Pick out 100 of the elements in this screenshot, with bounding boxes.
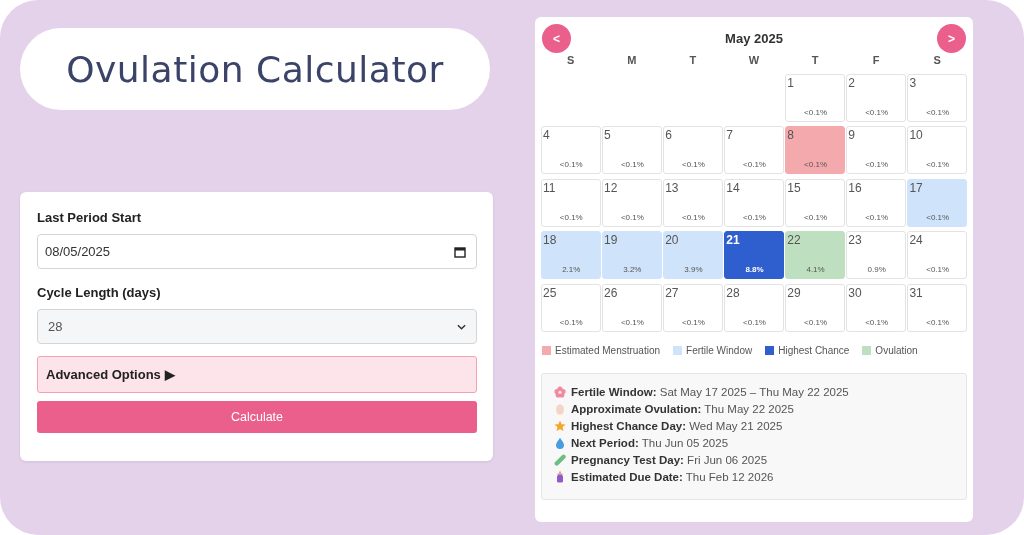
day-cell[interactable]: 18 2.1% xyxy=(541,231,601,279)
day-cell[interactable]: 15 <0.1% xyxy=(785,178,845,227)
day-cell[interactable]: 24 <0.1% xyxy=(907,231,967,279)
chance-percent: <0.1% xyxy=(620,160,644,169)
chance-percent: <0.1% xyxy=(865,160,889,169)
chance-percent: <0.1% xyxy=(926,317,950,327)
day-number: 21 xyxy=(726,233,740,247)
chevron-icon[interactable] xyxy=(457,323,466,330)
day-cell[interactable]: 19 3.2% xyxy=(602,231,662,279)
day-number: 3 xyxy=(909,75,917,90)
chance-percent: <0.1% xyxy=(804,160,827,169)
day-number: 14 xyxy=(726,180,740,195)
chance-percent: <0.1% xyxy=(926,160,950,169)
day-number: 27 xyxy=(665,285,679,300)
day-cell[interactable]: 7 <0.1% xyxy=(724,126,784,174)
field-label: Last Period Start xyxy=(37,210,143,225)
chance-percent: <0.1% xyxy=(559,160,583,169)
day-cell[interactable]: 17 <0.1% xyxy=(907,178,967,227)
day-number: 6 xyxy=(665,128,672,142)
day-cell[interactable]: 27 <0.1% xyxy=(663,283,723,332)
day-number: 31 xyxy=(909,285,923,300)
chance-percent: 4.1% xyxy=(806,265,825,274)
chance-percent: <0.1% xyxy=(865,107,889,117)
chance-percent: <0.1% xyxy=(926,212,950,222)
legend-label: Ovulation xyxy=(875,344,918,356)
day-number: 4 xyxy=(543,128,550,142)
summary-line: Highest Chance Day: Wed May 21 2025 xyxy=(571,419,783,432)
chance-percent: <0.1% xyxy=(559,212,583,222)
day-number: 25 xyxy=(543,285,557,300)
chance-percent: <0.1% xyxy=(865,212,889,222)
weekday-label: S xyxy=(932,54,942,68)
day-number: 8 xyxy=(787,128,794,142)
day-cell[interactable]: 12 <0.1% xyxy=(602,178,662,227)
day-number: 11 xyxy=(543,180,556,195)
day-cell[interactable]: 3 <0.1% xyxy=(907,73,967,122)
date-field[interactable]: 08/05/2025 xyxy=(37,234,477,269)
chance-percent: <0.1% xyxy=(681,212,705,222)
weekday-label: M xyxy=(626,54,638,68)
chance-percent: <0.1% xyxy=(681,160,705,169)
day-cell[interactable]: 9 <0.1% xyxy=(846,126,906,174)
day-number: 18 xyxy=(543,233,557,247)
legend-label: Fertile Window xyxy=(686,344,753,356)
day-cell[interactable]: 5 <0.1% xyxy=(602,126,662,174)
day-number: 19 xyxy=(604,233,618,247)
day-number: 9 xyxy=(848,128,856,142)
chance-percent: <0.1% xyxy=(743,317,766,327)
field-label: Cycle Length (days) xyxy=(37,285,162,300)
day-cell[interactable]: 6 <0.1% xyxy=(663,126,723,174)
summary-line: Next Period: Thu Jun 05 2025 xyxy=(571,436,729,449)
chance-percent: 0.9% xyxy=(867,265,886,274)
chance-percent: <0.1% xyxy=(926,107,950,117)
day-number: 26 xyxy=(604,285,618,300)
day-cell[interactable]: 2 <0.1% xyxy=(846,73,906,122)
day-cell[interactable]: 31 <0.1% xyxy=(907,283,967,332)
day-cell[interactable]: 23 0.9% xyxy=(846,231,906,279)
day-cell[interactable]: 4 <0.1% xyxy=(541,126,601,174)
weekday-label: S xyxy=(566,54,576,68)
weekday-label: T xyxy=(810,54,820,68)
day-cell[interactable]: 11 <0.1% xyxy=(541,178,601,227)
chance-percent: <0.1% xyxy=(804,212,827,222)
day-cell[interactable]: 26 <0.1% xyxy=(602,283,662,332)
day-cell[interactable]: 16 <0.1% xyxy=(846,178,906,227)
day-number: 10 xyxy=(909,128,923,142)
calendar-icon[interactable] xyxy=(454,245,466,258)
chance-percent: 8.8% xyxy=(745,265,764,274)
chance-percent: 2.1% xyxy=(562,265,581,274)
month-title: May 2025 xyxy=(725,31,783,46)
chance-percent: <0.1% xyxy=(743,160,766,169)
day-cell[interactable]: 13 <0.1% xyxy=(663,178,723,227)
advanced-options-toggle[interactable]: Advanced Options ▶ xyxy=(37,356,477,393)
day-cell[interactable]: 22 4.1% xyxy=(785,231,845,279)
day-cell[interactable]: 20 3.9% xyxy=(663,231,723,279)
chance-percent: <0.1% xyxy=(743,212,766,222)
chance-percent: <0.1% xyxy=(559,317,583,327)
day-cell[interactable]: 25 <0.1% xyxy=(541,283,601,332)
day-number: 29 xyxy=(787,285,801,300)
day-cell[interactable]: 28 <0.1% xyxy=(724,283,784,332)
day-number: 13 xyxy=(665,180,679,195)
legend-label: Estimated Menstruation xyxy=(555,344,661,356)
chance-percent: 3.9% xyxy=(684,265,703,274)
day-cell[interactable]: 8 <0.1% xyxy=(785,126,845,174)
day-cell[interactable]: 10 <0.1% xyxy=(907,126,967,174)
chance-percent: <0.1% xyxy=(620,212,644,222)
cycle-select[interactable]: 28 xyxy=(37,309,477,344)
day-cell[interactable]: 1 <0.1% xyxy=(785,73,845,122)
day-number: 20 xyxy=(665,233,679,247)
day-cell[interactable]: 14 <0.1% xyxy=(724,178,784,227)
day-number: 17 xyxy=(909,180,923,195)
chance-percent: <0.1% xyxy=(926,265,950,274)
day-number: 22 xyxy=(787,233,801,247)
day-number: 16 xyxy=(848,180,862,195)
day-number: 5 xyxy=(604,128,611,142)
flower-icon xyxy=(554,385,566,398)
day-cell[interactable]: 21 8.8% xyxy=(724,231,784,279)
day-number: 23 xyxy=(848,233,862,247)
day-cell[interactable]: 29 <0.1% xyxy=(785,283,845,332)
day-cell[interactable]: 30 <0.1% xyxy=(846,283,906,332)
day-number: 1 xyxy=(787,75,794,90)
summary-line: Fertile Window: Sat May 17 2025 – Thu May 22 2025 xyxy=(571,385,849,398)
chance-percent: <0.1% xyxy=(804,317,827,327)
